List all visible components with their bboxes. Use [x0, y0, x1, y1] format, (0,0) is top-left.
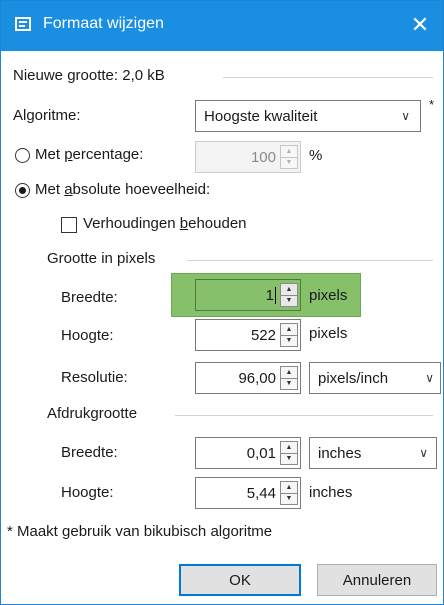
- algorithm-label: Algoritme:: [13, 107, 81, 124]
- print-size-divider: [175, 415, 433, 416]
- resolution-unit-value: pixels/inch: [318, 369, 389, 387]
- pixel-height-label: Hoogte:: [61, 327, 114, 344]
- percentage-unit: %: [309, 147, 323, 164]
- resolution-value: 96,00: [238, 369, 276, 387]
- print-height-field[interactable]: 5,44 ▲ ▼: [195, 477, 301, 509]
- pixel-width-unit: pixels: [309, 287, 348, 304]
- print-height-spinner[interactable]: ▲ ▼: [280, 481, 298, 505]
- percentage-radio[interactable]: [15, 148, 30, 163]
- algorithm-asterisk: *: [429, 97, 435, 112]
- keep-ratio-label[interactable]: Verhoudingen behouden: [83, 215, 247, 232]
- algorithm-value: Hoogste kwaliteit: [204, 107, 318, 125]
- percentage-field[interactable]: 100 ▲ ▼: [195, 141, 301, 173]
- print-height-label: Hoogte:: [61, 484, 114, 501]
- print-width-field[interactable]: 0,01 ▲ ▼: [195, 437, 301, 469]
- algorithm-select[interactable]: Hoogste kwaliteit ∨: [195, 100, 421, 132]
- chevron-down-icon: ∨: [419, 446, 428, 460]
- text-caret: [275, 286, 276, 304]
- percentage-value: 100: [250, 148, 276, 166]
- pixel-height-field[interactable]: 522 ▲ ▼: [195, 319, 301, 351]
- cancel-button[interactable]: Annuleren: [317, 564, 437, 596]
- absolute-label[interactable]: Met absolute hoeveelheid:: [35, 181, 210, 198]
- resize-dialog: Formaat wijzigen ✕ Nieuwe grootte: 2,0 k…: [0, 0, 444, 605]
- pixel-height-value: 522: [250, 326, 276, 344]
- print-width-value: 0,01: [246, 444, 276, 462]
- chevron-down-icon: ∨: [425, 371, 434, 385]
- resolution-field[interactable]: 96,00 ▲ ▼: [195, 362, 301, 394]
- chevron-down-icon: ∨: [401, 109, 410, 123]
- pixel-width-label: Breedte:: [61, 289, 118, 306]
- new-size-label: Nieuwe grootte: 2,0 kB: [13, 67, 165, 84]
- keep-ratio-checkbox[interactable]: [61, 217, 77, 233]
- percentage-spinner[interactable]: ▲ ▼: [280, 145, 298, 169]
- percentage-label[interactable]: Met percentage:: [35, 146, 143, 163]
- footnote: * Maakt gebruik van bikubisch algoritme: [7, 523, 273, 540]
- pixel-width-field[interactable]: 1 ▲ ▼: [195, 279, 301, 311]
- title-bar[interactable]: Formaat wijzigen ✕: [1, 1, 443, 51]
- new-size-divider: [223, 77, 433, 78]
- pixel-size-divider: [187, 260, 433, 261]
- pixel-size-header: Grootte in pixels: [47, 250, 156, 267]
- resolution-unit-select[interactable]: pixels/inch ∨: [309, 362, 441, 394]
- resolution-label: Resolutie:: [61, 369, 128, 386]
- print-unit-select[interactable]: inches ∨: [309, 437, 437, 469]
- print-width-label: Breedte:: [61, 444, 118, 461]
- print-width-spinner[interactable]: ▲ ▼: [280, 441, 298, 465]
- resolution-spinner[interactable]: ▲ ▼: [280, 366, 298, 390]
- print-height-value: 5,44: [246, 484, 276, 502]
- pixel-height-unit: pixels: [309, 325, 348, 342]
- close-button[interactable]: ✕: [403, 9, 437, 41]
- print-size-header: Afdrukgrootte: [47, 405, 138, 422]
- pixel-width-value: 1: [265, 286, 276, 304]
- print-unit-value: inches: [318, 444, 362, 462]
- dialog-icon: [15, 17, 31, 31]
- print-height-unit: inches: [309, 484, 353, 501]
- pixel-height-spinner[interactable]: ▲ ▼: [280, 323, 298, 347]
- pixel-width-spinner[interactable]: ▲ ▼: [280, 283, 298, 307]
- absolute-radio[interactable]: [15, 183, 30, 198]
- dialog-title: Formaat wijzigen: [43, 15, 164, 32]
- ok-button[interactable]: OK: [179, 564, 301, 596]
